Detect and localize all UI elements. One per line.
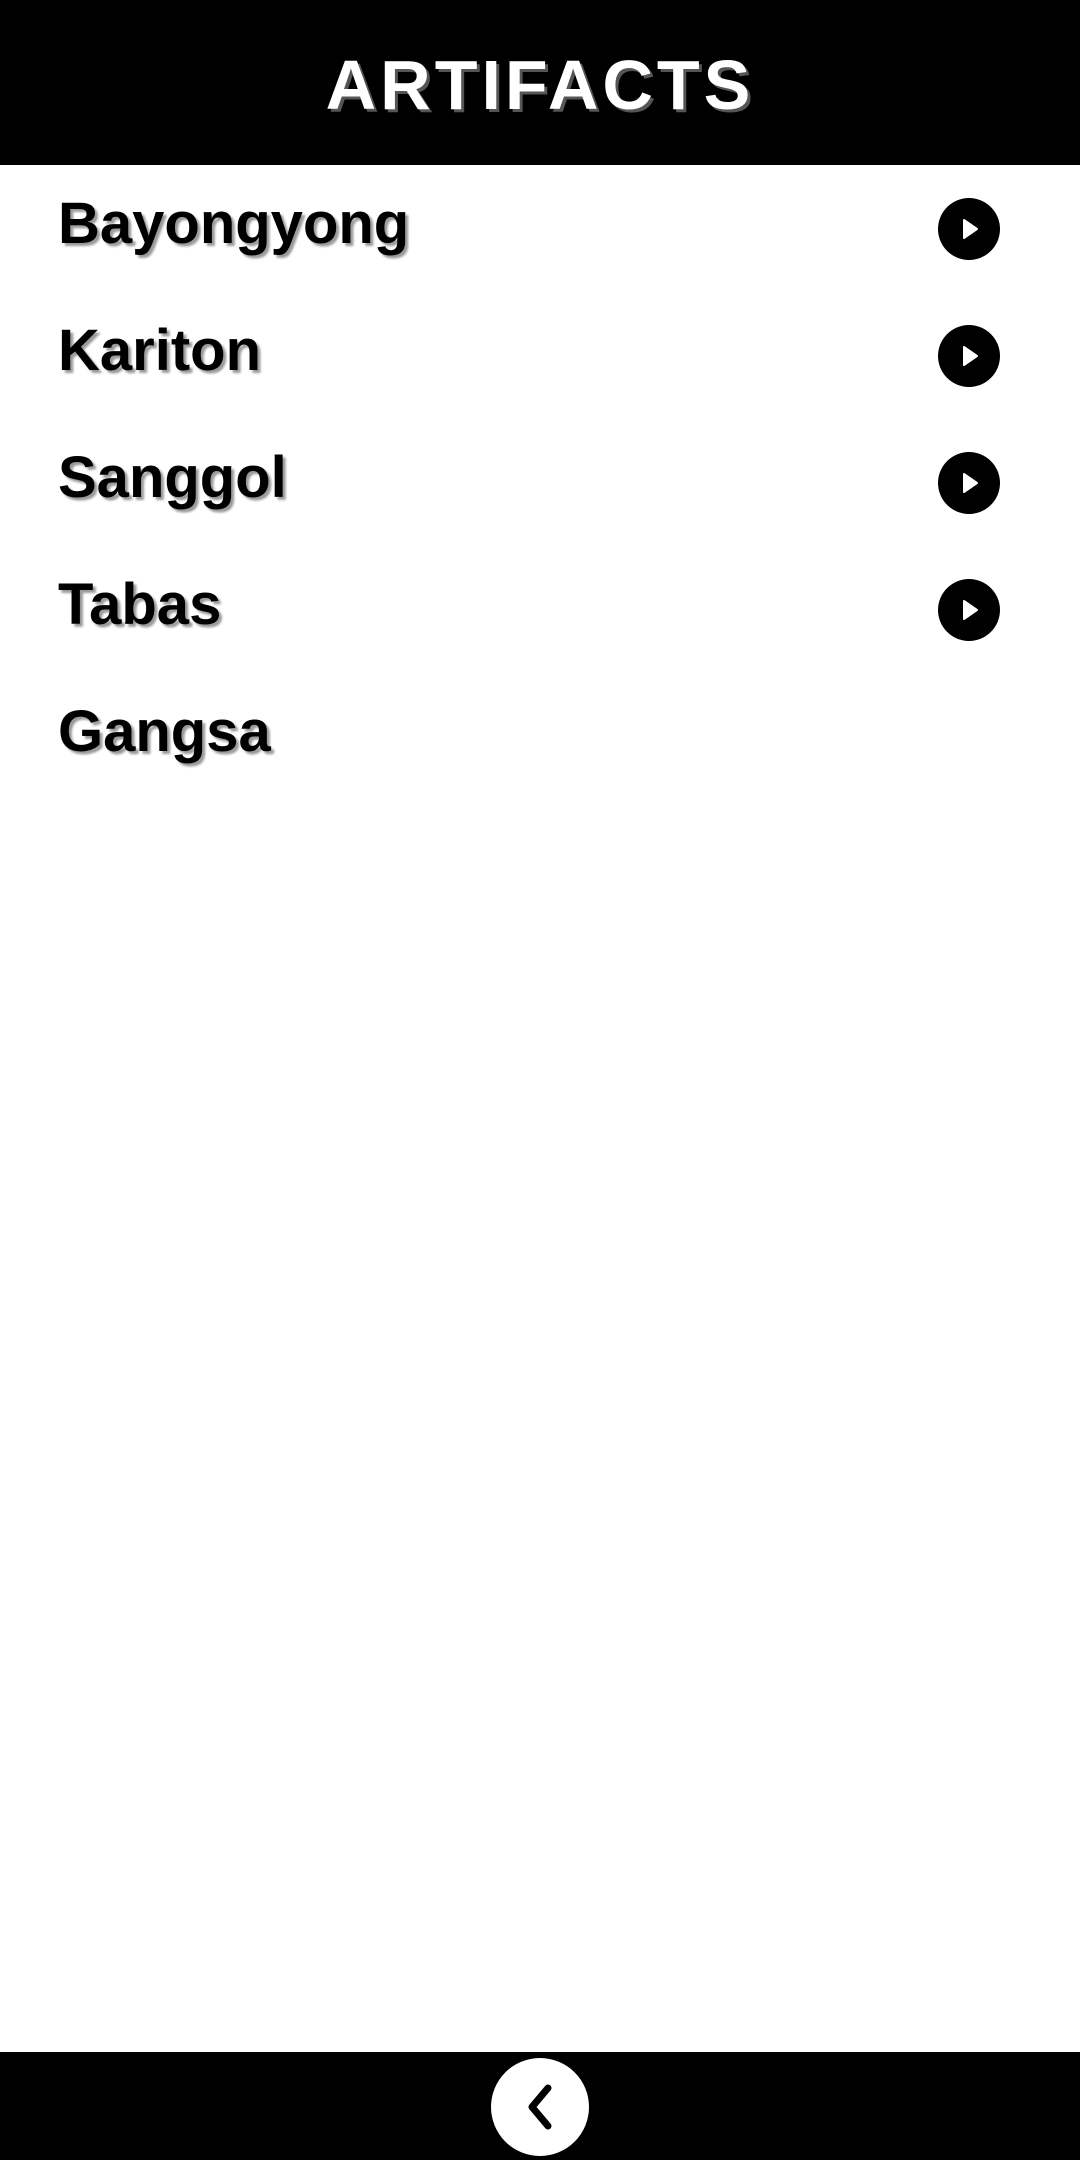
list-item-label: Kariton <box>58 318 261 383</box>
list-item-label: Bayongyong <box>58 191 410 256</box>
list-item-bayongyong[interactable]: Bayongyong <box>0 165 1080 292</box>
list-item-gangsa[interactable]: Gangsa <box>0 673 1080 800</box>
artifact-list: Bayongyong Kariton Sanggol Tabas Gangsa <box>0 165 1080 800</box>
play-circle-icon[interactable] <box>938 325 1000 387</box>
list-item-tabas[interactable]: Tabas <box>0 546 1080 673</box>
list-item-kariton[interactable]: Kariton <box>0 292 1080 419</box>
back-button[interactable] <box>491 2058 589 2156</box>
chevron-left-icon <box>528 2084 552 2130</box>
list-item-label: Gangsa <box>58 699 271 764</box>
header-bar: ARTIFACTS <box>0 0 1080 165</box>
play-circle-icon[interactable] <box>938 452 1000 514</box>
list-item-label: Sanggol <box>58 445 287 510</box>
list-item-sanggol[interactable]: Sanggol <box>0 419 1080 546</box>
page-title: ARTIFACTS <box>325 45 755 124</box>
artifacts-screen: ARTIFACTS Bayongyong Kariton Sanggol Tab… <box>0 0 1080 2160</box>
play-circle-icon[interactable] <box>938 579 1000 641</box>
play-circle-icon[interactable] <box>938 198 1000 260</box>
list-item-label: Tabas <box>58 572 222 637</box>
